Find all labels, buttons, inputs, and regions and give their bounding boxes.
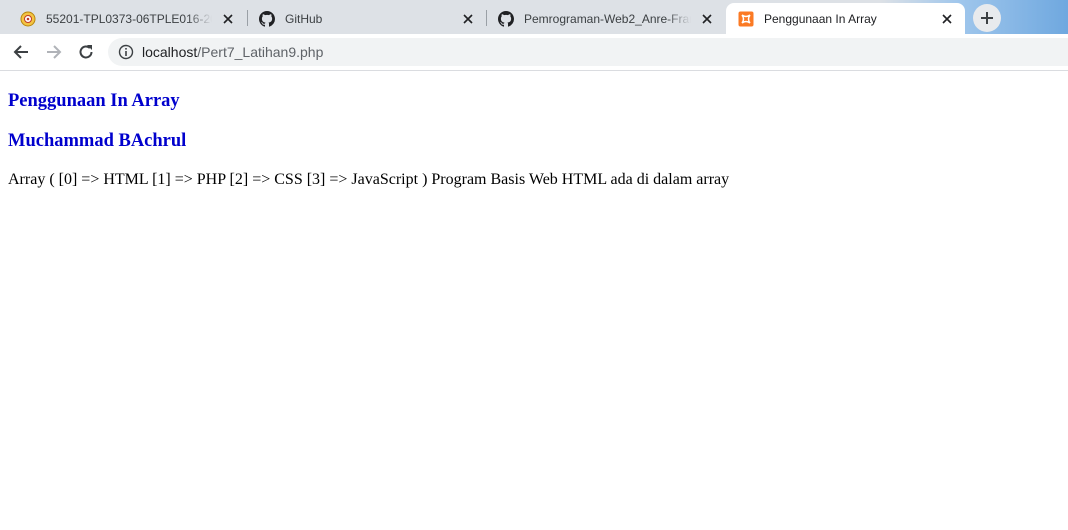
tab-strip: 55201-TPL0373-06TPLE016-2020 GitHub Pemr… xyxy=(0,0,1068,34)
reload-button[interactable] xyxy=(72,38,100,66)
tab-title: GitHub xyxy=(285,11,323,26)
back-button[interactable] xyxy=(7,38,35,66)
close-icon[interactable] xyxy=(460,11,476,27)
browser-toolbar: localhost/Pert7_Latihan9.php xyxy=(0,34,1068,71)
close-icon[interactable] xyxy=(220,11,236,27)
tab-penggunaan-in-array[interactable]: Penggunaan In Array xyxy=(726,3,965,34)
close-icon[interactable] xyxy=(939,11,955,27)
github-icon xyxy=(259,10,275,27)
url-path: /Pert7_Latihan9.php xyxy=(197,44,324,60)
address-bar[interactable]: localhost/Pert7_Latihan9.php xyxy=(108,38,1068,66)
page-content: Penggunaan In Array Muchammad BAchrul Ar… xyxy=(0,71,1068,530)
arrow-left-icon xyxy=(13,44,29,60)
plus-icon xyxy=(980,11,994,25)
page-heading: Penggunaan In Array xyxy=(8,91,180,111)
tab-title: Penggunaan In Array xyxy=(764,11,877,26)
github-icon xyxy=(498,10,514,27)
array-output: Array ( [0] => HTML [1] => PHP [2] => CS… xyxy=(8,171,730,188)
reload-icon xyxy=(78,44,94,60)
new-tab-button[interactable] xyxy=(973,4,1001,32)
info-icon[interactable] xyxy=(118,44,134,60)
tab-title: Pemrograman-Web2_Anre-Francisco xyxy=(524,11,691,26)
tab-title: 55201-TPL0373-06TPLE016-2020 xyxy=(46,11,212,26)
xampp-icon xyxy=(738,11,754,27)
arrow-right-icon xyxy=(46,44,62,60)
close-icon[interactable] xyxy=(699,11,715,27)
tab-repository[interactable]: Pemrograman-Web2_Anre-Francisco xyxy=(486,3,725,34)
url-host: localhost xyxy=(142,44,198,60)
url-text: localhost/Pert7_Latihan9.php xyxy=(142,44,323,60)
university-seal-icon xyxy=(20,11,36,27)
author-name: Muchammad BAchrul xyxy=(8,131,187,151)
forward-button[interactable] xyxy=(40,38,68,66)
tab-elearning[interactable]: 55201-TPL0373-06TPLE016-2020 xyxy=(8,3,246,34)
tab-github[interactable]: GitHub xyxy=(247,3,486,34)
